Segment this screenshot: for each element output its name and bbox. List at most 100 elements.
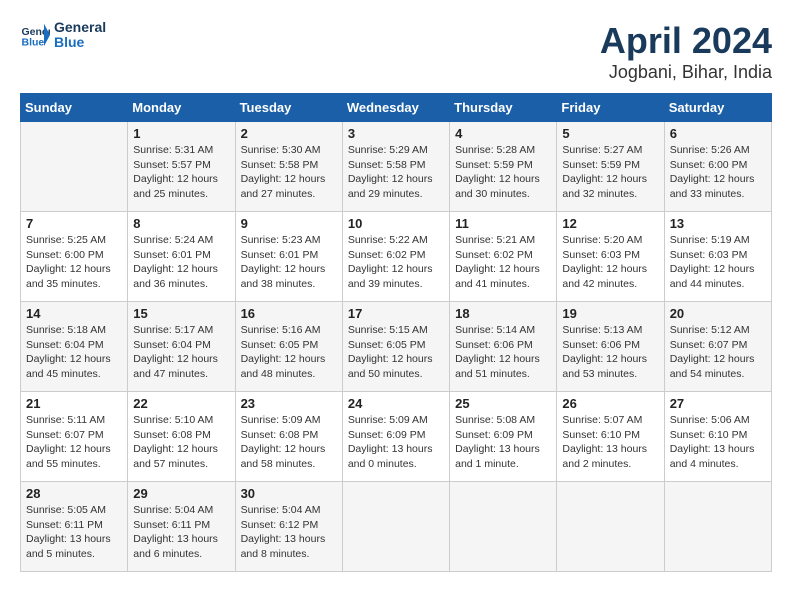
day-number: 14 <box>26 306 122 321</box>
calendar-cell: 2Sunrise: 5:30 AM Sunset: 5:58 PM Daylig… <box>235 122 342 212</box>
day-number: 19 <box>562 306 658 321</box>
day-number: 24 <box>348 396 444 411</box>
calendar-cell: 19 Sunrise: 5:13 AM Sunset: 6:06 PM Dayli… <box>557 302 664 392</box>
logo-text-blue: Blue <box>54 35 106 50</box>
day-info: Sunrise: 5:04 AM Sunset: 6:12 PM Dayligh… <box>241 503 337 562</box>
header-saturday: Saturday <box>664 94 771 122</box>
calendar-cell: 13 Sunrise: 5:19 AM Sunset: 6:03 PM Dayli… <box>664 212 771 302</box>
day-info: Sunrise: 5:05 AM Sunset: 6:11 PM Dayligh… <box>26 503 122 562</box>
day-number: 3 <box>348 126 444 141</box>
calendar-cell: 11 Sunrise: 5:21 AM Sunset: 6:02 PM Dayli… <box>450 212 557 302</box>
calendar-cell: 7Sunrise: 5:25 AM Sunset: 6:00 PM Daylig… <box>21 212 128 302</box>
day-info: Sunrise: 5:18 AM Sunset: 6:04 PM Dayligh… <box>26 323 122 382</box>
page-header: General Blue General Blue April 2024 Jog… <box>20 20 772 83</box>
day-number: 22 <box>133 396 229 411</box>
day-info: Sunrise: 5:07 AM Sunset: 6:10 PM Dayligh… <box>562 413 658 472</box>
calendar-cell: 16 Sunrise: 5:16 AM Sunset: 6:05 PM Dayli… <box>235 302 342 392</box>
calendar-cell: 17 Sunrise: 5:15 AM Sunset: 6:05 PM Dayli… <box>342 302 449 392</box>
calendar-cell: 28 Sunrise: 5:05 AM Sunset: 6:11 PM Dayli… <box>21 482 128 572</box>
calendar-cell <box>557 482 664 572</box>
day-number: 23 <box>241 396 337 411</box>
calendar-cell: 26 Sunrise: 5:07 AM Sunset: 6:10 PM Dayli… <box>557 392 664 482</box>
day-info: Sunrise: 5:17 AM Sunset: 6:04 PM Dayligh… <box>133 323 229 382</box>
calendar-cell <box>21 122 128 212</box>
day-info: Sunrise: 5:20 AM Sunset: 6:03 PM Dayligh… <box>562 233 658 292</box>
day-number: 1 <box>133 126 229 141</box>
header-sunday: Sunday <box>21 94 128 122</box>
calendar-cell: 15 Sunrise: 5:17 AM Sunset: 6:04 PM Dayli… <box>128 302 235 392</box>
day-info: Sunrise: 5:31 AM Sunset: 5:57 PM Dayligh… <box>133 143 229 202</box>
day-info: Sunrise: 5:19 AM Sunset: 6:03 PM Dayligh… <box>670 233 766 292</box>
calendar-cell: 8 Sunrise: 5:24 AM Sunset: 6:01 PM Daylig… <box>128 212 235 302</box>
calendar-cell: 9 Sunrise: 5:23 AM Sunset: 6:01 PM Daylig… <box>235 212 342 302</box>
svg-text:Blue: Blue <box>22 37 45 49</box>
day-number: 13 <box>670 216 766 231</box>
location-subtitle: Jogbani, Bihar, India <box>600 62 772 83</box>
calendar-cell: 30Sunrise: 5:04 AM Sunset: 6:12 PM Dayli… <box>235 482 342 572</box>
day-number: 16 <box>241 306 337 321</box>
header-tuesday: Tuesday <box>235 94 342 122</box>
calendar-week-row: 28 Sunrise: 5:05 AM Sunset: 6:11 PM Dayli… <box>21 482 772 572</box>
day-number: 26 <box>562 396 658 411</box>
day-info: Sunrise: 5:23 AM Sunset: 6:01 PM Dayligh… <box>241 233 337 292</box>
day-info: Sunrise: 5:16 AM Sunset: 6:05 PM Dayligh… <box>241 323 337 382</box>
day-number: 28 <box>26 486 122 501</box>
calendar-cell: 22 Sunrise: 5:10 AM Sunset: 6:08 PM Dayli… <box>128 392 235 482</box>
day-info: Sunrise: 5:13 AM Sunset: 6:06 PM Dayligh… <box>562 323 658 382</box>
day-info: Sunrise: 5:10 AM Sunset: 6:08 PM Dayligh… <box>133 413 229 472</box>
calendar-header-row: SundayMondayTuesdayWednesdayThursdayFrid… <box>21 94 772 122</box>
calendar-week-row: 14 Sunrise: 5:18 AM Sunset: 6:04 PM Dayli… <box>21 302 772 392</box>
day-number: 21 <box>26 396 122 411</box>
calendar-cell: 24 Sunrise: 5:09 AM Sunset: 6:09 PM Dayli… <box>342 392 449 482</box>
day-info: Sunrise: 5:04 AM Sunset: 6:11 PM Dayligh… <box>133 503 229 562</box>
calendar-week-row: 1 Sunrise: 5:31 AM Sunset: 5:57 PM Daylig… <box>21 122 772 212</box>
day-info: Sunrise: 5:28 AM Sunset: 5:59 PM Dayligh… <box>455 143 551 202</box>
calendar-cell: 18 Sunrise: 5:14 AM Sunset: 6:06 PM Dayli… <box>450 302 557 392</box>
calendar-cell: 21Sunrise: 5:11 AM Sunset: 6:07 PM Dayli… <box>21 392 128 482</box>
day-info: Sunrise: 5:09 AM Sunset: 6:09 PM Dayligh… <box>348 413 444 472</box>
calendar-cell <box>664 482 771 572</box>
day-info: Sunrise: 5:14 AM Sunset: 6:06 PM Dayligh… <box>455 323 551 382</box>
day-info: Sunrise: 5:06 AM Sunset: 6:10 PM Dayligh… <box>670 413 766 472</box>
calendar-cell: 20Sunrise: 5:12 AM Sunset: 6:07 PM Dayli… <box>664 302 771 392</box>
day-number: 29 <box>133 486 229 501</box>
header-friday: Friday <box>557 94 664 122</box>
day-info: Sunrise: 5:22 AM Sunset: 6:02 PM Dayligh… <box>348 233 444 292</box>
day-number: 7 <box>26 216 122 231</box>
day-number: 8 <box>133 216 229 231</box>
logo-icon: General Blue <box>20 20 50 50</box>
day-info: Sunrise: 5:27 AM Sunset: 5:59 PM Dayligh… <box>562 143 658 202</box>
calendar-cell: 4Sunrise: 5:28 AM Sunset: 5:59 PM Daylig… <box>450 122 557 212</box>
day-number: 11 <box>455 216 551 231</box>
calendar-cell: 23Sunrise: 5:09 AM Sunset: 6:08 PM Dayli… <box>235 392 342 482</box>
calendar-cell: 25Sunrise: 5:08 AM Sunset: 6:09 PM Dayli… <box>450 392 557 482</box>
calendar-cell <box>342 482 449 572</box>
calendar-week-row: 7Sunrise: 5:25 AM Sunset: 6:00 PM Daylig… <box>21 212 772 302</box>
day-number: 12 <box>562 216 658 231</box>
calendar-cell <box>450 482 557 572</box>
logo: General Blue General Blue <box>20 20 106 51</box>
header-wednesday: Wednesday <box>342 94 449 122</box>
calendar-cell: 27 Sunrise: 5:06 AM Sunset: 6:10 PM Dayli… <box>664 392 771 482</box>
calendar-table: SundayMondayTuesdayWednesdayThursdayFrid… <box>20 93 772 572</box>
day-info: Sunrise: 5:21 AM Sunset: 6:02 PM Dayligh… <box>455 233 551 292</box>
day-info: Sunrise: 5:12 AM Sunset: 6:07 PM Dayligh… <box>670 323 766 382</box>
day-info: Sunrise: 5:24 AM Sunset: 6:01 PM Dayligh… <box>133 233 229 292</box>
calendar-cell: 6Sunrise: 5:26 AM Sunset: 6:00 PM Daylig… <box>664 122 771 212</box>
day-number: 9 <box>241 216 337 231</box>
calendar-cell: 3 Sunrise: 5:29 AM Sunset: 5:58 PM Daylig… <box>342 122 449 212</box>
day-number: 15 <box>133 306 229 321</box>
day-number: 27 <box>670 396 766 411</box>
day-number: 17 <box>348 306 444 321</box>
day-info: Sunrise: 5:15 AM Sunset: 6:05 PM Dayligh… <box>348 323 444 382</box>
day-number: 18 <box>455 306 551 321</box>
calendar-cell: 12 Sunrise: 5:20 AM Sunset: 6:03 PM Dayli… <box>557 212 664 302</box>
calendar-cell: 14 Sunrise: 5:18 AM Sunset: 6:04 PM Dayli… <box>21 302 128 392</box>
day-info: Sunrise: 5:29 AM Sunset: 5:58 PM Dayligh… <box>348 143 444 202</box>
title-block: April 2024 Jogbani, Bihar, India <box>600 20 772 83</box>
day-number: 10 <box>348 216 444 231</box>
day-number: 25 <box>455 396 551 411</box>
day-number: 2 <box>241 126 337 141</box>
header-thursday: Thursday <box>450 94 557 122</box>
logo-text-general: General <box>54 20 106 35</box>
